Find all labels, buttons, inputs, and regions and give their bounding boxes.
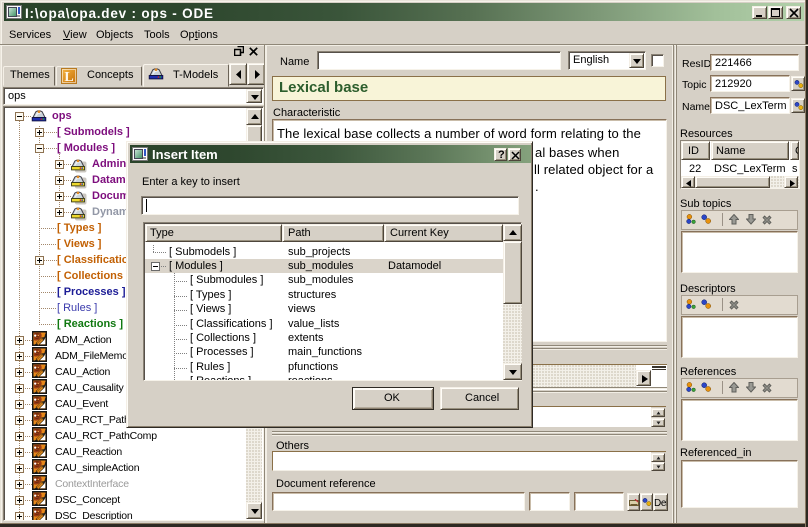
svg-text:L: L: [64, 70, 73, 84]
